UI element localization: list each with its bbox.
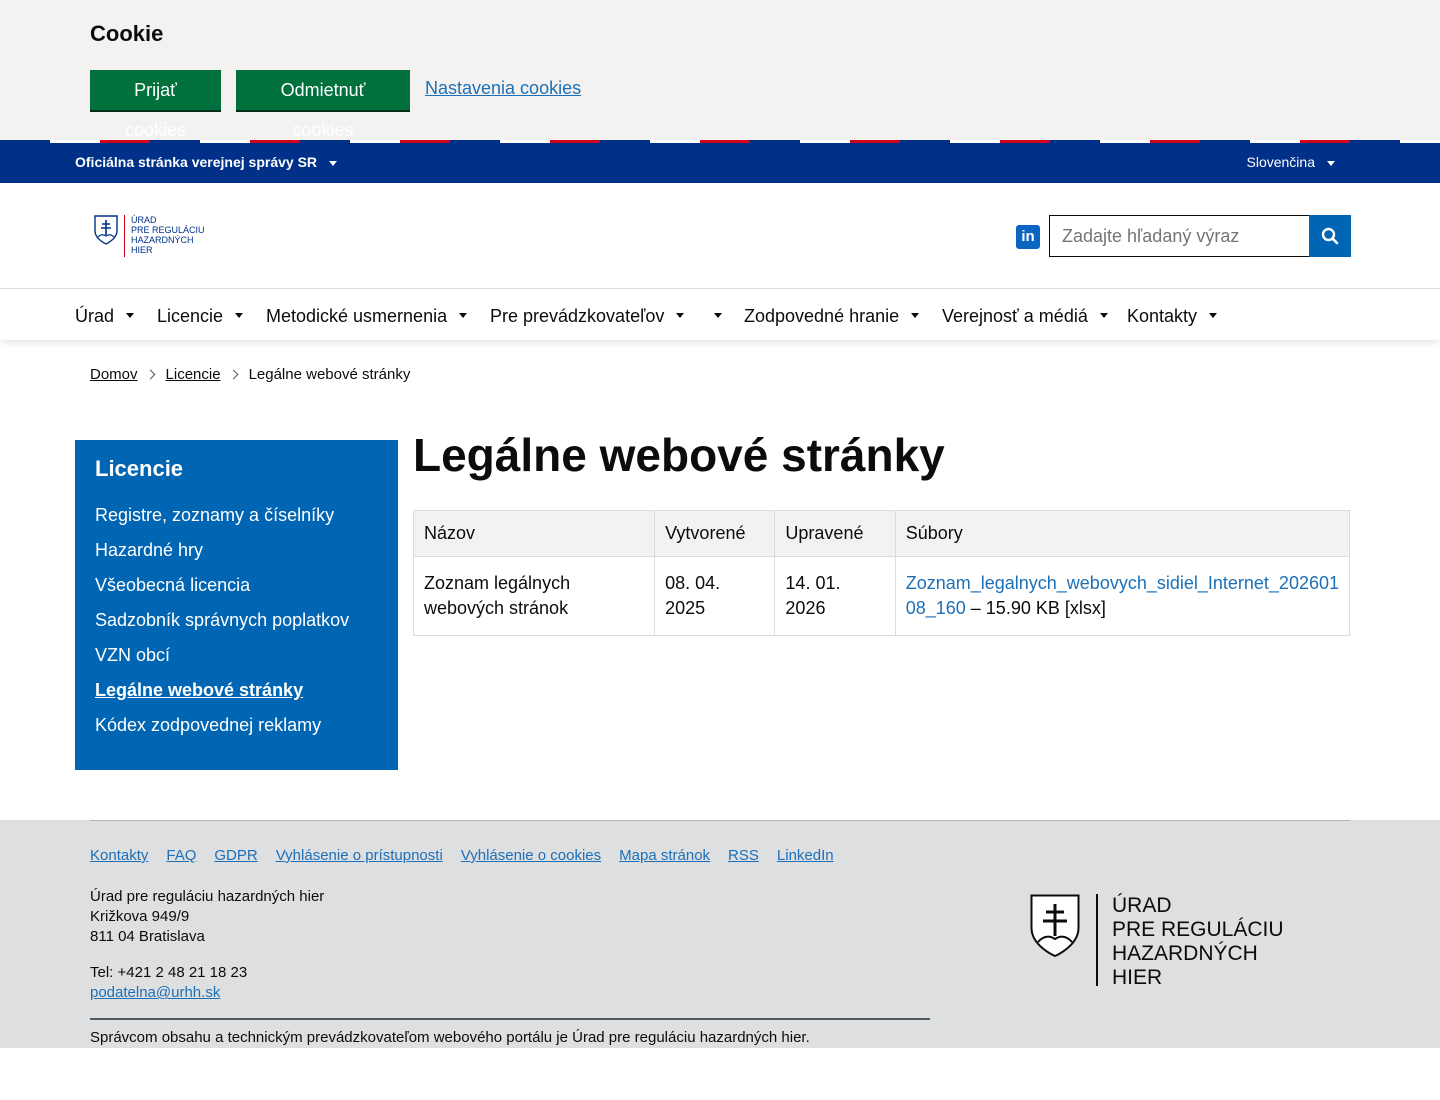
sidebar-item-sadzobnik[interactable]: Sadzobník správnych poplatkov — [95, 609, 378, 644]
sidebar-item-hazardne-hry[interactable]: Hazardné hry — [95, 539, 378, 574]
footer-email-link[interactable]: podatelna@urhh.sk — [90, 984, 220, 1001]
caret-down-icon — [714, 312, 722, 318]
reject-cookies-button[interactable]: Odmietnuť cookies — [236, 70, 410, 140]
cell-created: 08. 04. 2025 — [654, 556, 776, 636]
footer-city: 811 04 Bratislava — [90, 928, 205, 945]
page-title: Legálne webové stránky — [413, 429, 945, 481]
caret-down-icon — [1099, 312, 1108, 318]
sidebar-item-vzn-obci[interactable]: VZN obcí — [95, 644, 378, 679]
nav-item-unlabeled-toggle[interactable] — [702, 306, 722, 327]
nav-item-kontakty[interactable]: Kontakty — [1127, 306, 1218, 327]
caret-down-icon — [1327, 160, 1335, 166]
nav-item-urad[interactable]: Úrad — [75, 306, 135, 327]
cell-updated: 14. 01. 2026 — [774, 556, 896, 636]
logo-divider — [124, 215, 125, 257]
slovak-crest-icon — [1030, 894, 1080, 958]
sidebar-item-registre[interactable]: Registre, zoznamy a číselníky — [95, 504, 378, 539]
footer-link-linkedin[interactable]: LinkedIn — [777, 847, 834, 864]
footer-street: Križkova 949/9 — [90, 908, 190, 925]
search-input[interactable] — [1049, 215, 1310, 257]
footer-note: Správcom obsahu a technickým prevádzkova… — [90, 1029, 810, 1046]
caret-down-icon — [459, 312, 468, 318]
column-header-upravene: Upravené — [774, 510, 896, 557]
footer-address: Úrad pre reguláciu hazardných hier Križk… — [90, 887, 324, 1003]
breadcrumb: Domov Licencie Legálne webové stránky — [90, 366, 410, 383]
linkedin-icon[interactable]: in — [1016, 225, 1040, 249]
breadcrumb-link-licencie[interactable]: Licencie — [166, 366, 221, 383]
footer-link-pristupnost[interactable]: Vyhlásenie o prístupnosti — [276, 847, 443, 864]
caret-down-icon — [329, 160, 338, 166]
table-row: Zoznam legálnych webových stránok 08. 04… — [412, 556, 1351, 636]
footer-link-gdpr[interactable]: GDPR — [214, 847, 257, 864]
chevron-right-icon — [228, 369, 239, 380]
main-nav: Úrad Licencie Metodické usmernenia Pre p… — [0, 290, 1440, 340]
footer-logo: ÚRAD PRE REGULÁCIU HAZARDNÝCH HIER — [1030, 894, 1284, 990]
nav-item-licencie[interactable]: Licencie — [157, 306, 244, 327]
chevron-right-icon — [145, 369, 155, 380]
official-site-toggle[interactable]: Oficiálna stránka verejnej správy SR — [75, 154, 338, 170]
cookie-banner: Cookie Prijať cookies Odmietnuť cookies … — [0, 0, 1440, 140]
cell-files: Zoznam_legalnych_webovych_sidiel_Interne… — [894, 556, 1351, 636]
logo-text: ÚRAD PRE REGULÁCIU HAZARDNÝCH HIER — [131, 215, 205, 255]
site-header: ÚRAD PRE REGULÁCIU HAZARDNÝCH HIER in — [0, 183, 1440, 289]
nav-item-pre-prevadzkovatelov[interactable]: Pre prevádzkovateľov — [490, 306, 685, 327]
footer-link-cookies[interactable]: Vyhlásenie o cookies — [461, 847, 601, 864]
section-sidebar: Licencie Registre, zoznamy a číselníky H… — [75, 440, 398, 770]
official-site-label: Oficiálna stránka verejnej správy SR — [75, 154, 318, 170]
breadcrumb-current: Legálne webové stránky — [248, 366, 411, 383]
caret-down-icon — [676, 312, 685, 318]
search-button[interactable] — [1309, 215, 1351, 257]
search-icon — [1321, 227, 1339, 245]
caret-down-icon — [126, 312, 135, 318]
nav-item-metodicke-usmernenia[interactable]: Metodické usmernenia — [266, 306, 468, 327]
footer-rule — [90, 1018, 930, 1020]
footer-org-name: Úrad pre reguláciu hazardných hier — [90, 888, 325, 905]
footer-phone: Tel: +421 2 48 21 18 23 — [90, 964, 248, 981]
cell-name: Zoznam legálnych webových stránok — [412, 556, 656, 636]
caret-down-icon — [911, 312, 920, 318]
files-table: Názov Vytvorené Upravené Súbory Zoznam l… — [412, 510, 1351, 636]
caret-down-icon — [235, 312, 244, 318]
sidebar-item-legalne-webove-stranky[interactable]: Legálne webové stránky — [95, 679, 378, 714]
footer-logo-text: ÚRAD PRE REGULÁCIU HAZARDNÝCH HIER — [1112, 894, 1284, 989]
column-header-subory: Súbory — [894, 510, 1351, 557]
site-footer: Kontakty FAQ GDPR Vyhlásenie o prístupno… — [0, 820, 1440, 1048]
site-logo[interactable]: ÚRAD PRE REGULÁCIU HAZARDNÝCH HIER — [94, 215, 205, 257]
nav-item-zodpovedne-hranie[interactable]: Zodpovedné hranie — [744, 306, 920, 327]
column-header-vytvorene: Vytvorené — [654, 510, 776, 557]
footer-links: Kontakty FAQ GDPR Vyhlásenie o prístupno… — [90, 847, 852, 864]
logo-divider — [1096, 894, 1098, 986]
gov-bar: Oficiálna stránka verejnej správy SR Slo… — [0, 143, 1440, 183]
column-header-nazov: Názov — [412, 510, 656, 557]
caret-down-icon — [1209, 312, 1218, 318]
slovak-crest-icon — [94, 215, 118, 245]
cookie-settings-link[interactable]: Nastavenia cookies — [425, 78, 581, 99]
breadcrumb-link-domov[interactable]: Domov — [90, 366, 138, 383]
footer-divider — [90, 820, 1350, 821]
sidebar-title[interactable]: Licencie — [95, 456, 378, 482]
sidebar-item-kodex[interactable]: Kódex zodpovednej reklamy — [95, 714, 378, 749]
cookie-title: Cookie — [90, 21, 164, 46]
table-header-row: Názov Vytvorené Upravené Súbory — [412, 510, 1351, 557]
footer-link-rss[interactable]: RSS — [728, 847, 759, 864]
footer-link-mapa-stranok[interactable]: Mapa stránok — [619, 847, 710, 864]
footer-link-kontakty[interactable]: Kontakty — [90, 847, 148, 864]
nav-item-verejnost-a-media[interactable]: Verejnosť a médiá — [942, 306, 1108, 327]
language-selector[interactable]: Slovenčina — [1246, 154, 1335, 170]
footer-link-faq[interactable]: FAQ — [166, 847, 196, 864]
file-meta: – 15.90 KB [xlsx] — [965, 598, 1106, 618]
language-label: Slovenčina — [1246, 154, 1316, 170]
accept-cookies-button[interactable]: Prijať cookies — [90, 70, 221, 140]
sidebar-item-vseobecna-licencia[interactable]: Všeobecná licencia — [95, 574, 378, 609]
